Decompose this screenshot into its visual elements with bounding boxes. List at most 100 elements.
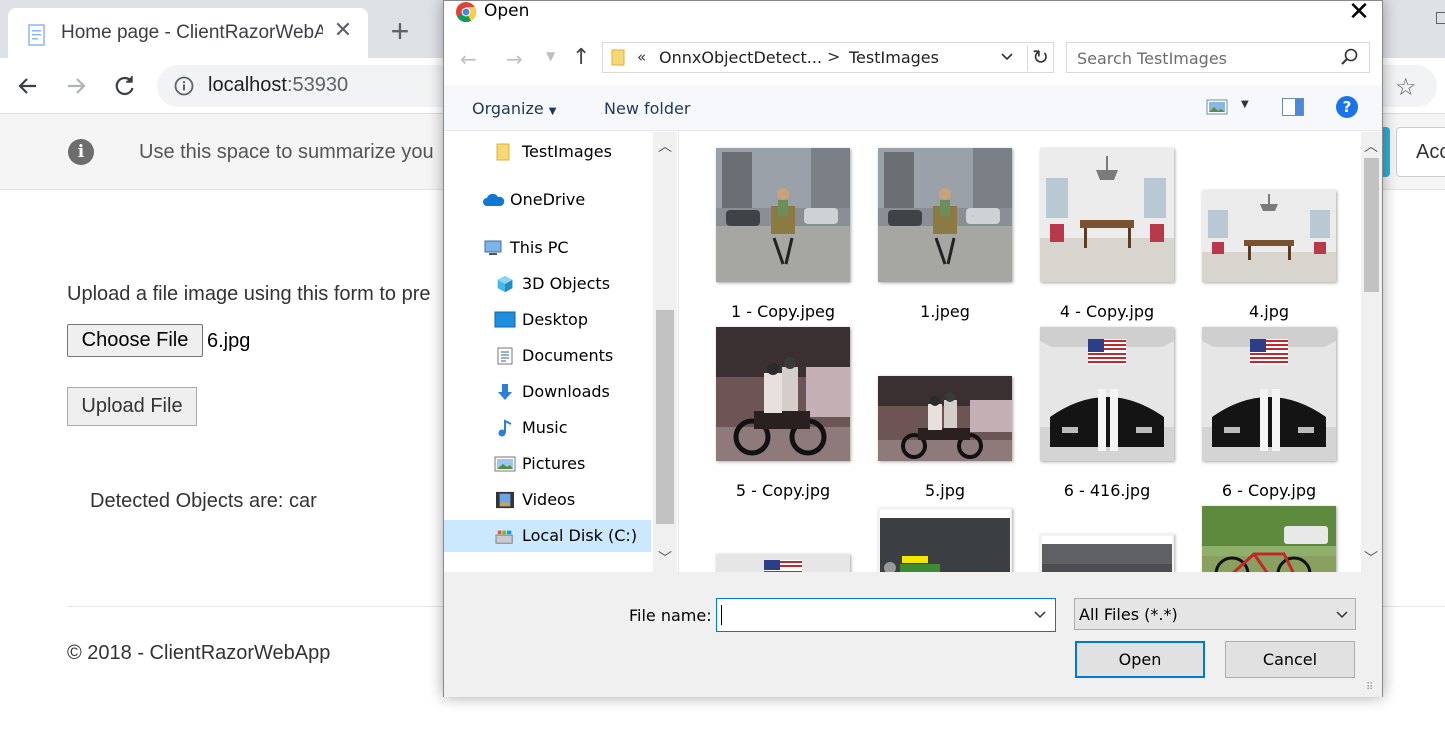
preview-pane-icon[interactable] [1282,98,1304,116]
forward-arrow-icon[interactable]: → [506,47,523,71]
file-name-input[interactable] [716,598,1056,632]
computer-icon [484,240,502,255]
nav-item-testimages[interactable]: TestImages [444,136,651,168]
reload-icon[interactable] [110,72,138,100]
breadcrumb-overflow[interactable]: « [637,48,646,66]
nav-item-documents[interactable]: Documents [444,340,651,372]
upload-instructions: Upload a file image using this form to p… [67,283,431,305]
file-item[interactable] [1004,506,1174,572]
image-thumbnail [716,148,850,282]
breadcrumb-current[interactable]: TestImages [849,48,939,67]
dialog-search-input[interactable]: Search TestImages [1066,42,1370,73]
organize-label: Organize [472,99,544,118]
file-type-select[interactable]: All Files (*.*) [1074,598,1356,630]
browser-tab[interactable]: Home page - ClientRazorWebApp ✕ [8,8,368,58]
file-item[interactable]: 5.jpg [842,327,1012,505]
file-item[interactable]: 6 - Copy.jpg [1166,327,1336,505]
image-thumbnail [878,376,1012,461]
upload-file-button[interactable]: Upload File [67,387,197,426]
scroll-up-icon[interactable]: ︿ [1364,136,1378,156]
chrome-logo-icon [456,2,477,23]
breadcrumb-parent[interactable]: OnnxObjectDetect... [659,48,822,67]
scroll-down-icon[interactable]: ﹀ [1364,548,1378,568]
nav-label: Videos [522,490,576,509]
file-item[interactable]: 5 - Copy.jpg [680,327,850,505]
url-port: :53930 [286,74,349,96]
pictures-icon [494,456,516,472]
close-tab-icon[interactable]: ✕ [331,18,355,42]
search-icon[interactable] [1339,47,1359,67]
scroll-up-icon[interactable]: ︿ [658,136,672,156]
file-list-scrollbar[interactable]: ︿ ﹀ [1361,132,1382,572]
back-arrow-icon[interactable]: ← [460,47,477,71]
search-placeholder: Search TestImages [1077,49,1228,68]
image-thumbnail [1202,327,1336,461]
dialog-close-icon[interactable]: ✕ [1344,0,1374,27]
nav-label: TestImages [522,142,612,161]
refresh-icon[interactable]: ↻ [1027,45,1053,71]
file-item[interactable]: 1 - Copy.jpeg [680,148,850,326]
nav-item-this-pc[interactable]: This PC [444,232,651,264]
scroll-down-icon[interactable]: ﹀ [658,548,672,568]
file-item[interactable] [1166,506,1336,572]
back-arrow-icon[interactable] [14,72,42,100]
site-info-icon[interactable] [174,76,194,96]
folder-icon [496,143,510,161]
forward-arrow-icon[interactable] [62,72,90,100]
nav-item-pictures[interactable]: Pictures [444,448,651,480]
nav-item-videos[interactable]: Videos [444,484,651,516]
file-list: 1 - Copy.jpeg 1.jpeg 4 - Copy.jpg 4.jpg [680,132,1360,572]
tab-title: Home page - ClientRazorWebApp [61,22,323,43]
navigation-pane: TestImages OneDrive This PC 3D Objects D… [444,132,677,572]
chevron-down-icon: ▼ [548,106,557,117]
accept-cookies-button[interactable]: Acc [1396,127,1445,177]
file-item[interactable] [680,506,850,572]
navigation-scrollbar[interactable]: ︿ ﹀ [653,132,677,572]
file-item[interactable]: 1.jpeg [842,148,1012,326]
chevron-down-icon[interactable] [999,49,1015,65]
breadcrumb-separator[interactable]: > [827,47,840,66]
recent-locations-chevron-icon[interactable]: ▼ [546,49,555,63]
view-options-chevron-icon[interactable]: ▼ [1241,99,1249,110]
choose-file-button[interactable]: Choose File [67,324,203,357]
new-folder-button[interactable]: New folder [604,99,690,118]
dialog-command-bar: Organize ▼ New folder ▼ ? [444,85,1382,131]
file-name: 6 - Copy.jpg [1221,481,1317,500]
scrollbar-thumb[interactable] [1364,158,1379,292]
nav-label: This PC [510,238,569,257]
image-thumbnail [716,327,850,461]
dialog-address-bar[interactable]: « OnnxObjectDetect... > TestImages ↻ [602,42,1054,73]
file-item[interactable]: 4 - Copy.jpg [1004,148,1174,326]
chosen-file-name: 6.jpg [207,330,251,352]
up-folder-icon[interactable]: ↑ [572,45,590,70]
image-thumbnail [1040,534,1174,572]
image-thumbnail [1040,148,1174,282]
detected-objects-text: Detected Objects are: car [90,490,317,512]
window-restore-icon[interactable] [1436,12,1445,24]
new-tab-icon[interactable]: + [385,15,415,47]
help-icon[interactable]: ? [1336,96,1358,118]
resize-grip-icon[interactable]: ⠿ [1366,682,1373,693]
video-icon [496,491,514,509]
nav-item-onedrive[interactable]: OneDrive [444,184,651,216]
nav-label: Local Disk (C:) [522,526,638,545]
file-item[interactable]: 6 - 416.jpg [1004,327,1174,505]
nav-item-downloads[interactable]: Downloads [444,376,651,408]
nav-item-music[interactable]: Music [444,412,651,444]
file-type-value: All Files (*.*) [1079,605,1178,624]
pane-divider[interactable] [678,132,679,572]
open-button[interactable]: Open [1075,641,1205,678]
bookmark-star-icon[interactable]: ☆ [1395,73,1417,102]
learn-more-button-edge[interactable] [1382,127,1390,177]
text-caret [721,605,722,625]
chevron-down-icon[interactable] [1033,608,1047,622]
nav-item-desktop[interactable]: Desktop [444,304,651,336]
file-item[interactable]: 4.jpg [1166,148,1336,326]
scrollbar-thumb[interactable] [656,310,674,524]
organize-menu[interactable]: Organize ▼ [472,99,556,118]
cancel-button[interactable]: Cancel [1225,641,1355,678]
change-view-icon[interactable] [1206,99,1228,115]
nav-item-local-disk[interactable]: Local Disk (C:) [444,520,651,552]
file-item[interactable] [842,506,1012,572]
nav-item-3d-objects[interactable]: 3D Objects [444,268,651,300]
